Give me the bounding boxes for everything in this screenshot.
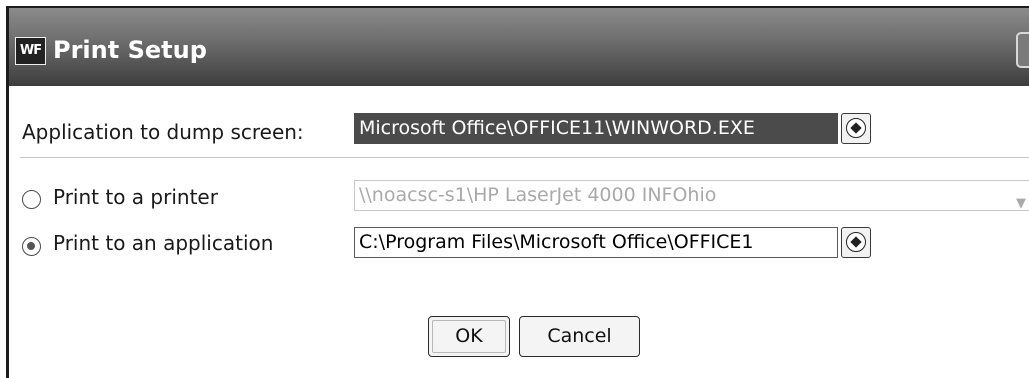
app-icon: WF xyxy=(15,37,46,65)
dump-screen-browse-button[interactable] xyxy=(841,113,871,144)
print-to-application-radio[interactable] xyxy=(22,237,41,256)
separator xyxy=(20,157,1029,158)
ok-button[interactable]: OK xyxy=(428,316,510,357)
application-browse-button[interactable] xyxy=(841,227,871,258)
print-to-printer-label[interactable]: Print to a printer xyxy=(53,185,218,209)
chevron-down-icon: ▼ xyxy=(1016,196,1026,211)
title-bar: WF Print Setup xyxy=(9,8,1029,86)
printer-select[interactable]: \\noacsc-s1\HP LaserJet 4000 INFOhio xyxy=(354,180,1029,211)
browse-icon xyxy=(846,232,866,252)
dialog-title: Print Setup xyxy=(53,36,207,64)
browse-icon xyxy=(846,118,866,138)
application-path-field[interactable]: C:\Program Files\Microsoft Office\OFFICE… xyxy=(354,227,838,258)
ok-button-label: OK xyxy=(455,325,483,347)
dump-screen-field[interactable]: Microsoft Office\OFFICE11\WINWORD.EXE xyxy=(354,113,838,144)
print-to-application-label[interactable]: Print to an application xyxy=(53,231,273,255)
close-button[interactable] xyxy=(1016,32,1029,68)
cancel-button-label: Cancel xyxy=(547,325,612,347)
dump-screen-label: Application to dump screen: xyxy=(22,120,304,144)
print-to-printer-radio[interactable] xyxy=(22,190,41,209)
cancel-button[interactable]: Cancel xyxy=(519,316,640,357)
